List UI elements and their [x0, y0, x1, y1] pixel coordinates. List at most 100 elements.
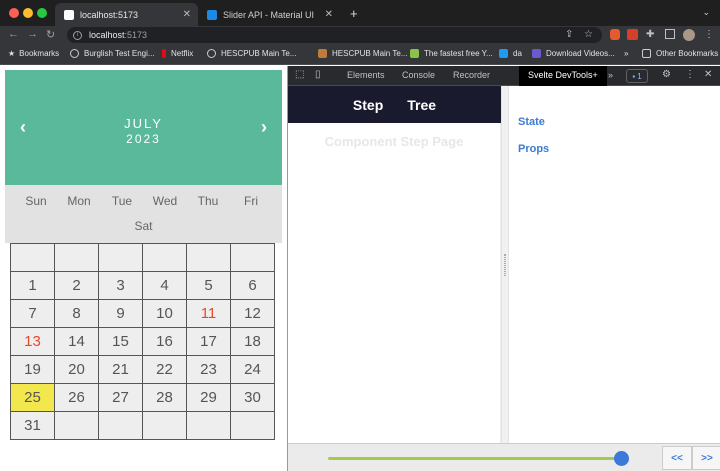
extension-swiss-icon[interactable] — [627, 29, 638, 40]
day-cell[interactable]: 2 — [54, 271, 99, 300]
bookmark-fastest-free[interactable]: The fastest free Y... — [410, 49, 493, 58]
prev-step-button[interactable]: << — [662, 446, 692, 470]
day-cell[interactable]: 21 — [98, 355, 143, 384]
devtools-panel: ⬚ ▯ Elements Console Recorder Svelte Dev… — [287, 66, 720, 471]
settings-gear-icon[interactable]: ⚙ — [662, 69, 671, 80]
day-cell[interactable]: 12 — [230, 299, 275, 328]
day-cell[interactable]: 19 — [10, 355, 55, 384]
day-cell[interactable]: 1 — [10, 271, 55, 300]
day-cell[interactable]: 15 — [98, 327, 143, 356]
side-panel-icon[interactable] — [665, 29, 675, 39]
menu-kebab-icon[interactable]: ⋮ — [704, 29, 714, 40]
next-step-button[interactable]: >> — [692, 446, 720, 470]
step-slider-thumb[interactable] — [614, 451, 629, 466]
netflix-icon — [162, 49, 166, 58]
weekday-label: Sat — [134, 218, 153, 233]
props-link[interactable]: Props — [518, 143, 549, 155]
weekday-label: Fri — [244, 194, 258, 208]
step-slider-track[interactable] — [328, 457, 622, 460]
close-window-button[interactable] — [9, 8, 19, 18]
step-tree-tabs: Step Tree — [288, 86, 501, 123]
pane-resize-handle[interactable] — [501, 86, 509, 443]
state-link[interactable]: State — [518, 116, 545, 128]
close-tab-icon[interactable]: ✕ — [325, 9, 333, 20]
tab-localhost[interactable]: localhost:5173 ✕ — [55, 3, 198, 26]
inspect-element-icon[interactable]: ⬚ — [295, 69, 304, 80]
day-cell[interactable]: 7 — [10, 299, 55, 328]
tab-title: localhost:5173 — [80, 9, 139, 20]
folder-icon — [642, 49, 651, 58]
bookmarks-menu[interactable]: ★ Bookmarks — [8, 49, 59, 58]
devtools-menu-icon[interactable]: ⋮ — [685, 69, 695, 80]
minimize-window-button[interactable] — [23, 8, 33, 18]
day-cell[interactable]: 16 — [142, 327, 187, 356]
browser-toolbar: ← → ↻ i localhost :5173 ⇪ ☆ ✚ ⋮ — [0, 26, 720, 45]
close-devtools-icon[interactable]: ✕ — [704, 69, 712, 80]
day-cell[interactable]: 8 — [54, 299, 99, 328]
day-cell[interactable]: 9 — [98, 299, 143, 328]
weekday-label: Wed — [152, 194, 178, 208]
bookmark-label: Burglish Test Engi... — [84, 49, 155, 58]
extension-red-icon[interactable] — [610, 29, 620, 40]
empty-day-cell — [142, 243, 187, 272]
day-cell[interactable]: 26 — [54, 383, 99, 412]
new-tab-button[interactable]: + — [350, 6, 358, 21]
day-cell[interactable]: 23 — [186, 355, 231, 384]
next-month-button[interactable]: › — [261, 117, 267, 138]
site-info-icon[interactable]: i — [73, 30, 82, 40]
day-cell[interactable]: 6 — [230, 271, 275, 300]
day-cell[interactable]: 14 — [54, 327, 99, 356]
day-cell[interactable]: 4 — [142, 271, 187, 300]
weekday-label: Tue — [111, 194, 133, 208]
tab-search-chevron-icon[interactable]: ⌄ — [702, 7, 710, 18]
issues-badge[interactable]: ▪ 1 — [626, 69, 648, 83]
globe-icon — [70, 49, 79, 58]
day-cell[interactable]: 28 — [142, 383, 187, 412]
tab-slider-api[interactable]: Slider API - Material UI ✕ — [198, 3, 340, 26]
bookmark-da[interactable]: da — [499, 49, 522, 58]
day-cell[interactable]: 20 — [54, 355, 99, 384]
day-cell[interactable]: 3 — [98, 271, 143, 300]
day-cell[interactable]: 25 — [10, 383, 55, 412]
share-icon[interactable]: ⇪ — [565, 29, 573, 40]
forward-arrow-icon[interactable]: → — [27, 28, 38, 40]
day-cell[interactable]: 29 — [186, 383, 231, 412]
bookmark-download-videos[interactable]: Download Videos... — [532, 49, 615, 58]
day-cell[interactable]: 22 — [142, 355, 187, 384]
day-cell[interactable]: 17 — [186, 327, 231, 356]
close-tab-icon[interactable]: ✕ — [183, 9, 191, 20]
profile-avatar[interactable] — [683, 29, 695, 41]
day-cell[interactable]: 31 — [10, 411, 55, 440]
tab-step[interactable]: Step — [353, 97, 383, 113]
bookmark-label: Download Videos... — [546, 49, 615, 58]
bookmark-star-icon[interactable]: ☆ — [584, 29, 593, 40]
tab-svelte-devtools[interactable]: Svelte DevTools+ — [519, 66, 607, 86]
step-controls: << >> — [288, 443, 720, 471]
day-cell[interactable]: 27 — [98, 383, 143, 412]
tab-console[interactable]: Console — [402, 70, 435, 80]
tab-recorder[interactable]: Recorder — [453, 70, 490, 80]
bookmark-netflix[interactable]: Netflix — [162, 49, 193, 58]
day-cell[interactable]: 24 — [230, 355, 275, 384]
day-cell[interactable]: 11 — [186, 299, 231, 328]
other-bookmarks-folder[interactable]: Other Bookmarks — [642, 49, 718, 58]
day-cell[interactable]: 13 — [10, 327, 55, 356]
reload-icon[interactable]: ↻ — [46, 28, 55, 41]
tab-elements[interactable]: Elements — [347, 70, 385, 80]
day-cell[interactable]: 18 — [230, 327, 275, 356]
maximize-window-button[interactable] — [37, 8, 47, 18]
day-cell[interactable]: 30 — [230, 383, 275, 412]
bookmark-burglish[interactable]: Burglish Test Engi... — [70, 49, 155, 58]
bookmarks-overflow-button[interactable]: » — [624, 49, 628, 58]
back-arrow-icon[interactable]: ← — [8, 28, 19, 40]
extensions-puzzle-icon[interactable]: ✚ — [646, 29, 654, 40]
bookmark-hescpub-2[interactable]: HESCPUB Main Te... — [318, 49, 407, 58]
bookmark-hescpub-1[interactable]: HESCPUB Main Te... — [207, 49, 296, 58]
message-icon: ▪ — [632, 71, 636, 81]
day-cell[interactable]: 10 — [142, 299, 187, 328]
address-bar[interactable]: i localhost :5173 — [67, 27, 602, 43]
day-cell[interactable]: 5 — [186, 271, 231, 300]
device-toolbar-icon[interactable]: ▯ — [315, 69, 321, 80]
tab-tree[interactable]: Tree — [407, 97, 436, 113]
more-tabs-button[interactable]: » — [608, 70, 613, 80]
